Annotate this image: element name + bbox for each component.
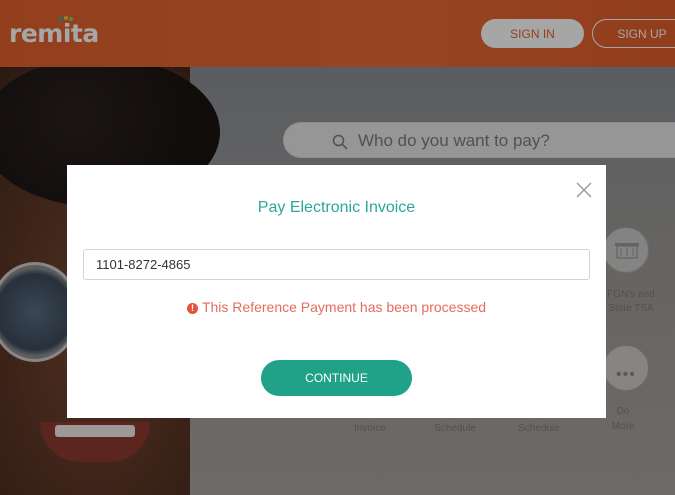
error-message: This Reference Payment has been processe… — [201, 299, 487, 315]
modal-title: Pay Electronic Invoice — [257, 199, 416, 216]
close-icon[interactable] — [575, 181, 593, 199]
continue-button[interactable]: CONTINUE — [261, 360, 412, 396]
error-message-row: ! This Reference Payment has been process… — [67, 299, 606, 315]
pay-invoice-modal: Pay Electronic Invoice !This Reference P… — [67, 165, 606, 418]
alert-icon: ! — [186, 303, 198, 314]
invoice-reference-input[interactable] — [83, 249, 590, 280]
